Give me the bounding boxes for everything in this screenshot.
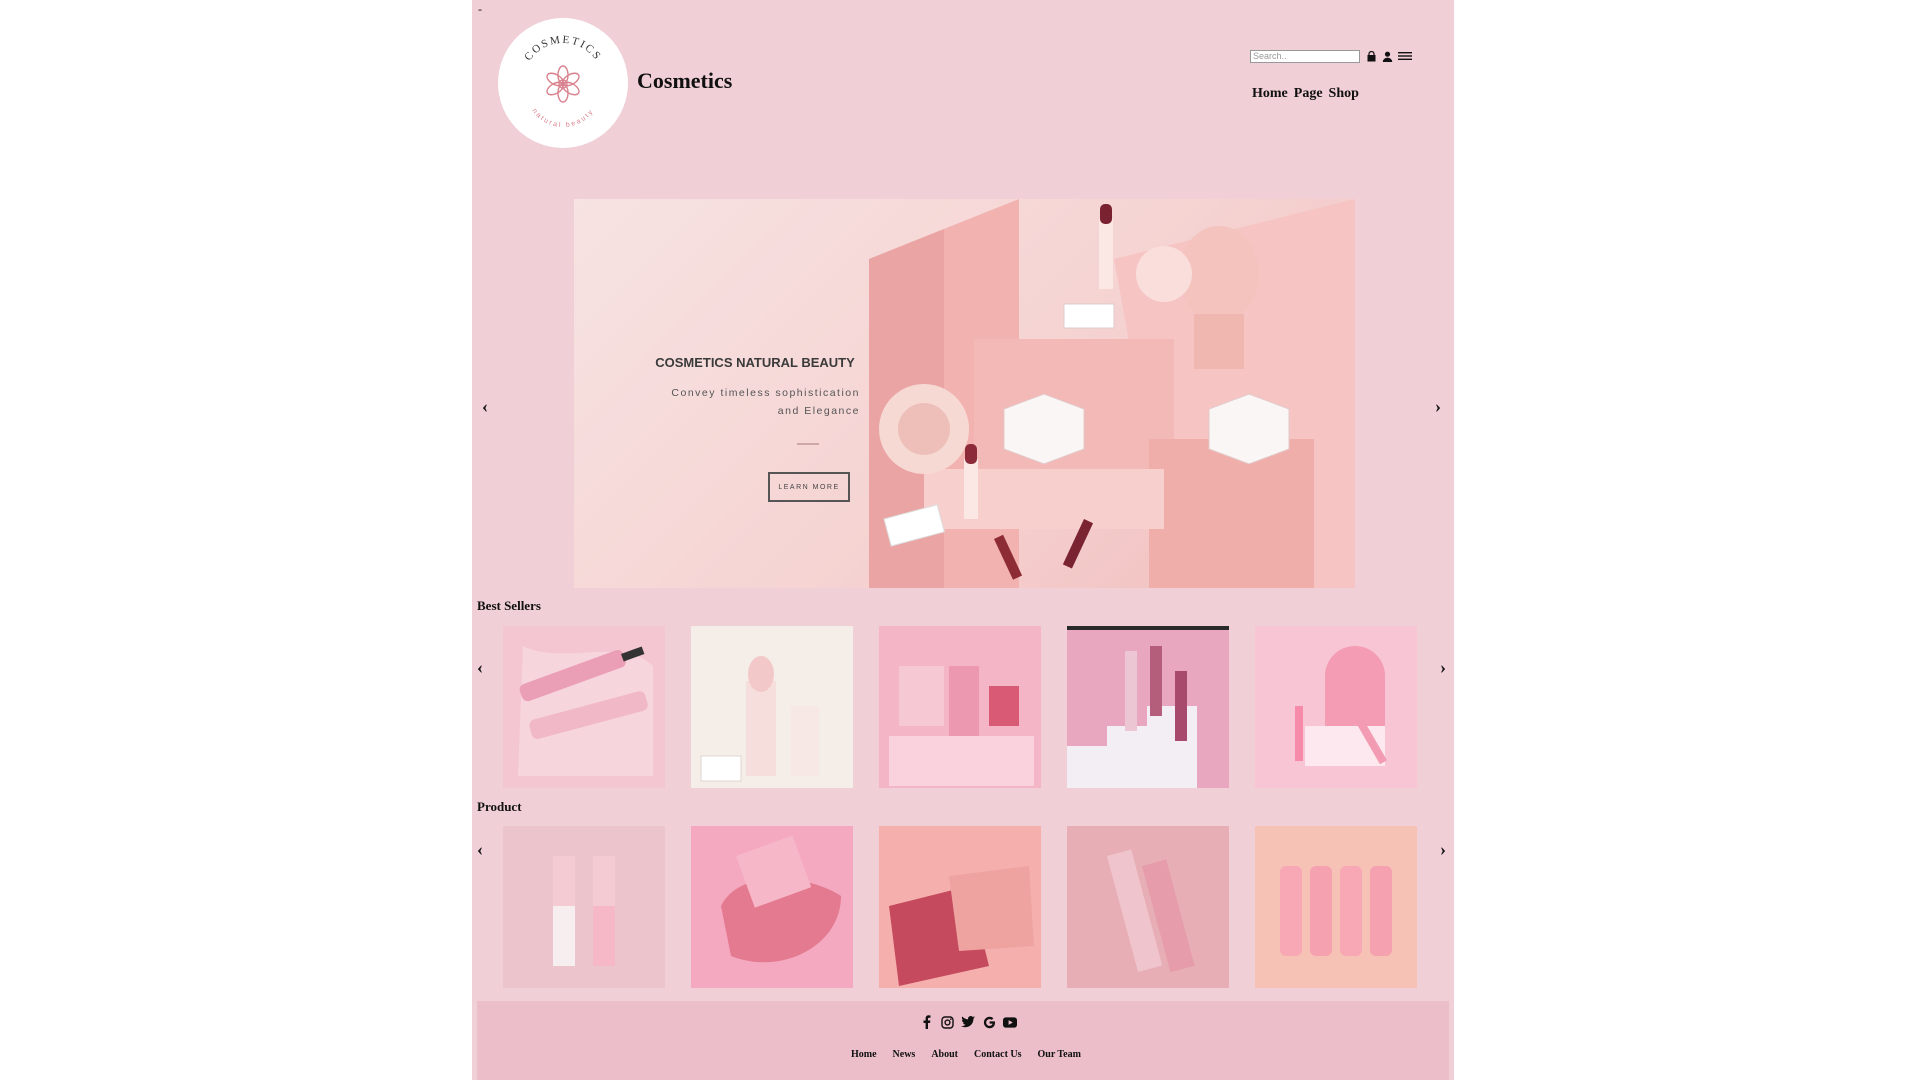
google-icon[interactable] — [982, 1015, 996, 1029]
product-card[interactable] — [503, 826, 665, 988]
hero-subtitle-line1: Convey timeless sophistication — [671, 387, 860, 399]
logo-text-top: COSMETICS — [522, 34, 602, 63]
logo[interactable]: COSMETICS natural beauty — [498, 18, 628, 148]
kylie-blush-image — [691, 826, 853, 988]
carousel-indicator[interactable] — [797, 443, 819, 445]
best-seller-card[interactable] — [503, 626, 665, 788]
flower-icon — [546, 65, 580, 103]
footer-links: Home News About Contact Us Our Team — [851, 1049, 1081, 1060]
lip-tubes-image — [1255, 826, 1417, 988]
bag-icon[interactable] — [1364, 49, 1378, 63]
product-prev-button[interactable]: ‹ — [477, 839, 483, 860]
footer: Home News About Contact Us Our Team — [477, 1001, 1449, 1080]
best-seller-card[interactable] — [691, 626, 853, 788]
best-sellers-title: Best Sellers — [477, 598, 541, 613]
hero-next-button[interactable]: › — [1435, 396, 1441, 417]
product-card[interactable] — [1067, 826, 1229, 988]
lip-oil-image — [503, 826, 665, 988]
mascara-swatch-image — [503, 626, 665, 788]
hero-subtitle-line2: and Elegance — [777, 405, 860, 417]
footer-link-home[interactable]: Home — [851, 1049, 877, 1060]
page-marker: - — [478, 2, 482, 16]
logo-text-bottom: natural beauty — [531, 108, 594, 130]
page-container: - COSMETICS natural beauty Cosmetics Sea… — [472, 0, 1454, 1080]
best-seller-card[interactable] — [1255, 626, 1417, 788]
product-next-button[interactable]: › — [1440, 839, 1446, 860]
svg-text:COSMETICS: COSMETICS — [522, 34, 604, 63]
product-card[interactable] — [879, 826, 1041, 988]
instagram-icon[interactable] — [940, 1015, 954, 1029]
hero-title: COSMETICS NATURAL BEAUTY — [655, 355, 855, 370]
search-input[interactable]: Search.. — [1250, 50, 1360, 63]
footer-link-news[interactable]: News — [893, 1049, 916, 1060]
footer-link-team[interactable]: Our Team — [1038, 1049, 1081, 1060]
nav-shop[interactable]: Shop — [1329, 86, 1359, 102]
kylie-lip-kit-image — [1067, 826, 1229, 988]
eyeshadow-image — [879, 826, 1041, 988]
main-nav: Home Page Shop — [1252, 86, 1359, 102]
brand-name[interactable]: Cosmetics — [637, 68, 732, 94]
learn-more-button[interactable]: LEARN MORE — [768, 472, 850, 502]
best-seller-card[interactable] — [879, 626, 1041, 788]
user-icon[interactable] — [1380, 49, 1394, 63]
kylie-palette-image — [879, 626, 1041, 788]
product-title: Product — [477, 799, 522, 814]
hero-banner: COSMETICS NATURAL BEAUTY Convey timeless… — [574, 199, 1355, 588]
nav-page[interactable]: Page — [1294, 86, 1323, 102]
best-sellers-next-button[interactable]: › — [1440, 657, 1446, 678]
product-card[interactable] — [1255, 826, 1417, 988]
product-card[interactable] — [691, 826, 853, 988]
hero-text-block: COSMETICS NATURAL BEAUTY Convey timeless… — [650, 355, 860, 420]
facebook-icon[interactable] — [919, 1015, 933, 1029]
nav-home[interactable]: Home — [1252, 86, 1288, 102]
footer-link-contact[interactable]: Contact Us — [974, 1049, 1022, 1060]
svg-text:natural beauty: natural beauty — [531, 108, 596, 130]
logo-emblem: COSMETICS natural beauty — [522, 34, 604, 130]
youtube-icon[interactable] — [1003, 1015, 1017, 1029]
pink-set-image — [1255, 626, 1417, 788]
best-seller-card[interactable] — [1067, 626, 1229, 788]
twitter-icon[interactable] — [961, 1015, 975, 1029]
footer-link-about[interactable]: About — [931, 1049, 958, 1060]
menu-icon[interactable] — [1398, 49, 1412, 63]
hero-prev-button[interactable]: ‹ — [482, 396, 488, 417]
lipstick-image — [691, 626, 853, 788]
best-sellers-prev-button[interactable]: ‹ — [477, 657, 483, 678]
social-links — [919, 1015, 1017, 1029]
lip-gloss-image — [1067, 626, 1229, 788]
